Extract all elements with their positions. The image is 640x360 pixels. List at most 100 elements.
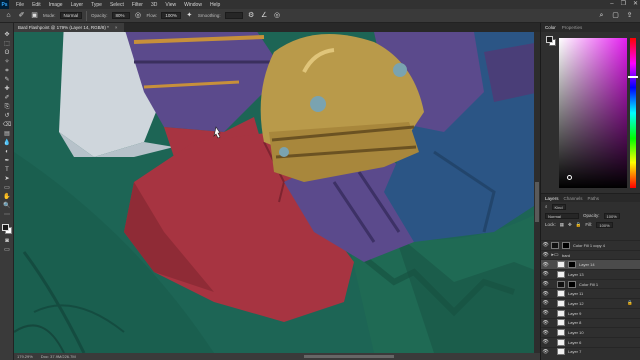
visibility-eye-icon[interactable]: 👁 bbox=[541, 291, 550, 297]
visibility-eye-icon[interactable]: 👁 bbox=[541, 252, 550, 258]
brush-settings-icon[interactable]: ▣ bbox=[30, 11, 39, 20]
layer-row[interactable]: 👁 Layer 12 🔒 bbox=[541, 298, 640, 308]
close-tab-icon[interactable]: × bbox=[115, 25, 118, 30]
menu-select[interactable]: Select bbox=[106, 2, 128, 8]
layer-filter-select[interactable]: Kind bbox=[551, 203, 566, 210]
menu-file[interactable]: File bbox=[12, 2, 28, 8]
workspace-icon[interactable]: ▢ bbox=[611, 11, 620, 20]
foreground-color-swatch[interactable] bbox=[2, 224, 9, 231]
history-brush-tool-icon[interactable]: ↺ bbox=[0, 112, 14, 121]
clone-stamp-tool-icon[interactable]: ⎘ bbox=[0, 103, 14, 112]
type-tool-icon[interactable]: T bbox=[0, 166, 14, 175]
visibility-eye-icon[interactable]: 👁 bbox=[541, 300, 550, 306]
eraser-tool-icon[interactable]: ⌫ bbox=[0, 121, 14, 130]
visibility-eye-icon[interactable]: 👁 bbox=[541, 242, 550, 248]
saturation-value-field[interactable] bbox=[559, 38, 627, 188]
menu-layer[interactable]: Layer bbox=[67, 2, 88, 8]
layer-row[interactable]: 👁 Layer 8 bbox=[541, 317, 640, 328]
menu-type[interactable]: Type bbox=[87, 2, 106, 8]
quick-mask-icon[interactable]: ◙ bbox=[0, 237, 14, 246]
visibility-eye-icon[interactable]: 👁 bbox=[541, 339, 550, 345]
visibility-eye-icon[interactable]: 👁 bbox=[541, 262, 550, 268]
lasso-tool-icon[interactable]: ʘ bbox=[0, 49, 14, 58]
menu-3d[interactable]: 3D bbox=[147, 2, 161, 8]
menu-edit[interactable]: Edit bbox=[28, 2, 45, 8]
pen-tool-icon[interactable]: ✒ bbox=[0, 157, 14, 166]
blur-tool-icon[interactable]: 💧 bbox=[0, 139, 14, 148]
menu-help[interactable]: Help bbox=[206, 2, 224, 8]
color-picker-cursor[interactable] bbox=[567, 175, 572, 180]
more-tools-icon[interactable]: ⋯ bbox=[0, 211, 14, 220]
menu-filter[interactable]: Filter bbox=[128, 2, 147, 8]
tab-color[interactable]: Color bbox=[545, 25, 556, 30]
layer-row[interactable]: 👁 Layer 14 bbox=[541, 259, 640, 270]
visibility-eye-icon[interactable]: 👁 bbox=[541, 271, 550, 277]
close-window-button[interactable]: ✕ bbox=[633, 0, 638, 9]
layer-row[interactable]: 👁 ▸▭ bard bbox=[541, 249, 640, 260]
mode-select[interactable]: Normal bbox=[59, 12, 83, 19]
maximize-button[interactable]: ❐ bbox=[621, 0, 626, 9]
path-select-tool-icon[interactable]: ➤ bbox=[0, 175, 14, 184]
dodge-tool-icon[interactable]: ◐ bbox=[0, 148, 14, 157]
blend-mode-select[interactable]: Normal bbox=[545, 212, 579, 219]
layer-opacity-field[interactable]: 100% bbox=[603, 212, 620, 219]
layer-mask-thumbnail[interactable] bbox=[568, 280, 576, 288]
menu-image[interactable]: Image bbox=[45, 2, 67, 8]
canvas[interactable] bbox=[14, 32, 540, 353]
hue-slider[interactable] bbox=[630, 38, 636, 188]
marquee-tool-icon[interactable]: ⬚ bbox=[0, 40, 14, 49]
minimize-button[interactable]: – bbox=[610, 0, 613, 9]
visibility-eye-icon[interactable]: 👁 bbox=[541, 349, 550, 355]
pressure-opacity-icon[interactable]: ◎ bbox=[134, 11, 143, 20]
layer-row[interactable]: 👁 Color Fill 1 bbox=[541, 278, 640, 289]
tab-layers[interactable]: Layers bbox=[545, 196, 559, 201]
lock-pixels-icon[interactable]: ▦ bbox=[560, 222, 564, 228]
visibility-eye-icon[interactable]: 👁 bbox=[541, 320, 550, 326]
visibility-eye-icon[interactable]: 👁 bbox=[541, 281, 550, 287]
horizontal-scrollbar[interactable] bbox=[304, 355, 394, 358]
color-panel-swatches[interactable] bbox=[546, 36, 556, 46]
visibility-eye-icon[interactable]: 👁 bbox=[541, 330, 550, 336]
layer-row[interactable]: 👁 Layer 10 bbox=[541, 327, 640, 337]
airbrush-icon[interactable]: ✦ bbox=[185, 11, 194, 20]
document-tab[interactable]: Bard Flashpoint @ 179% (Layer 14, RGB/8)… bbox=[14, 23, 124, 32]
layer-row[interactable]: 👁 Color Fill 1 copy 4 bbox=[541, 240, 640, 250]
brush-preset-icon[interactable]: ✐ bbox=[17, 11, 26, 20]
gradient-tool-icon[interactable]: ▤ bbox=[0, 130, 14, 139]
flow-field[interactable]: 100% bbox=[161, 12, 181, 19]
move-tool-icon[interactable]: ✥ bbox=[0, 31, 14, 40]
fill-field[interactable]: 100% bbox=[596, 221, 613, 228]
lock-all-icon[interactable]: 🔒 bbox=[576, 222, 582, 228]
smoothing-field[interactable] bbox=[224, 12, 243, 19]
tab-paths[interactable]: Paths bbox=[588, 196, 600, 201]
angle-icon[interactable]: ∠ bbox=[260, 11, 269, 20]
smoothing-settings-icon[interactable]: ⚙ bbox=[247, 11, 256, 20]
visibility-eye-icon[interactable]: 👁 bbox=[541, 310, 550, 316]
layer-row[interactable]: 👁 Layer 11 bbox=[541, 288, 640, 298]
home-icon[interactable]: ⌂ bbox=[4, 11, 13, 20]
quick-select-tool-icon[interactable]: ✧ bbox=[0, 58, 14, 67]
healing-tool-icon[interactable]: ✚ bbox=[0, 85, 14, 94]
layer-row[interactable]: 👁 Layer 7 bbox=[541, 346, 640, 357]
tab-properties[interactable]: Properties bbox=[562, 25, 583, 30]
hue-marker[interactable] bbox=[628, 76, 638, 78]
layer-row[interactable]: 👁 Layer 6 bbox=[541, 336, 640, 347]
scrollbar-thumb[interactable] bbox=[535, 182, 539, 222]
hand-tool-icon[interactable]: ✋ bbox=[0, 193, 14, 202]
layer-mask-thumbnail[interactable] bbox=[568, 261, 576, 269]
menu-view[interactable]: View bbox=[161, 2, 180, 8]
brush-tool-icon[interactable]: ✐ bbox=[0, 94, 14, 103]
pressure-size-icon[interactable]: ◎ bbox=[273, 11, 282, 20]
color-swatches[interactable] bbox=[0, 223, 14, 237]
layer-row[interactable]: 👁 Layer 13 bbox=[541, 269, 640, 279]
zoom-level[interactable]: 179.29% bbox=[17, 354, 33, 359]
share-icon[interactable]: ⇪ bbox=[625, 11, 634, 20]
shape-tool-icon[interactable]: ▭ bbox=[0, 184, 14, 193]
screen-mode-icon[interactable]: ▭ bbox=[0, 246, 14, 255]
menu-window[interactable]: Window bbox=[180, 2, 206, 8]
layer-row[interactable]: 👁 Layer 9 bbox=[541, 307, 640, 318]
lock-position-icon[interactable]: ✥ bbox=[568, 222, 572, 228]
crop-tool-icon[interactable]: ⌗ bbox=[0, 67, 14, 76]
eyedropper-tool-icon[interactable]: ✎ bbox=[0, 76, 14, 85]
opacity-field[interactable]: 80% bbox=[111, 12, 130, 19]
